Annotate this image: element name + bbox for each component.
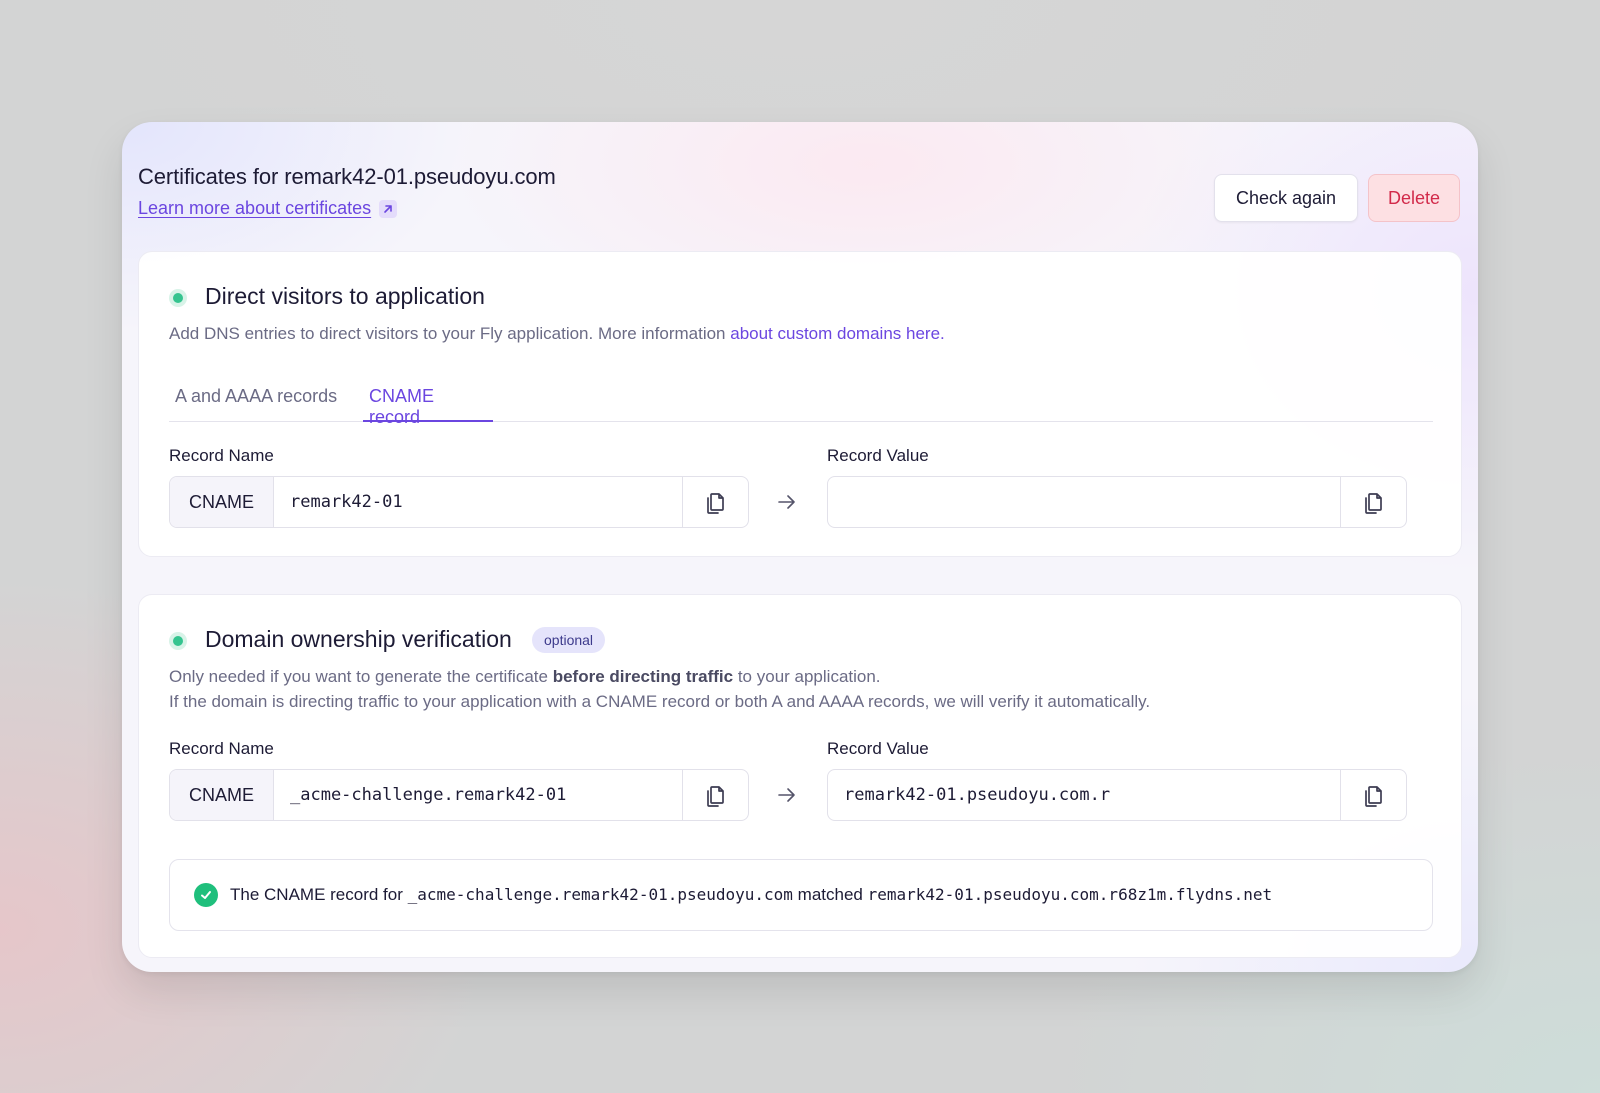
copy-icon [1364,493,1382,514]
description-text: to your application. [733,667,881,686]
domain-ownership-title: Domain ownership verification [205,626,512,652]
copy-record-value-button[interactable] [1340,477,1406,527]
delete-button[interactable]: Delete [1368,174,1460,222]
record-name-value[interactable]: remark42-01 [274,477,682,527]
learn-more-label: Learn more about certificates [138,198,372,218]
match-prefix: The CNAME record for [230,885,403,904]
record-value-label: Record Value [827,739,929,758]
domain-ownership-panel: Domain ownership verification optional O… [138,594,1462,958]
description-text: Add DNS entries to direct visitors to yo… [169,324,731,343]
copy-icon [1364,786,1382,807]
tab-a-aaaa-records[interactable]: A and AAAA records [169,376,343,422]
external-link-icon [379,199,398,218]
match-middle: matched [797,885,863,904]
record-name-value[interactable]: _acme-challenge.remark42-01 [274,770,682,820]
record-name-field: CNAME _acme-challenge.remark42-01 [169,769,749,821]
record-value-value[interactable]: remark42-01.pseudoyu.com.r [828,770,1340,820]
status-dot-icon [169,289,187,307]
check-again-button[interactable]: Check again [1214,174,1358,222]
record-name-label: Record Name [169,446,274,465]
status-dot-icon [169,632,187,650]
domain-ownership-description: Only needed if you want to generate the … [169,664,1150,714]
record-type: CNAME [170,477,274,527]
record-type: CNAME [170,770,274,820]
copy-icon [706,786,724,807]
copy-record-name-button[interactable] [682,477,748,527]
optional-badge: optional [532,627,606,653]
description-text: Only needed if you want to generate the … [169,667,553,686]
direct-visitors-title: Direct visitors to application [205,283,485,309]
record-tabs: A and AAAA records CNAME record [169,360,1433,427]
cname-match-message: The CNAME record for _acme-challenge.rem… [169,859,1433,931]
check-circle-icon [194,883,218,907]
match-record-name: _acme-challenge.remark42-01.pseudoyu.com [407,885,793,904]
copy-record-value-button[interactable] [1340,770,1406,820]
copy-icon [706,493,724,514]
learn-more-link[interactable]: Learn more about certificates [138,198,398,219]
certificate-card: Certificates for remark42-01.pseudoyu.co… [122,122,1478,972]
description-line-1: Only needed if you want to generate the … [169,664,1150,689]
arrow-right-icon [775,490,799,514]
record-name-label: Record Name [169,739,274,758]
tab-cname-record[interactable]: CNAME record [363,376,493,427]
match-record-value: remark42-01.pseudoyu.com.r68z1m.flydns.n… [867,885,1273,904]
custom-domains-link[interactable]: about custom domains here. [730,324,945,343]
record-value-field: remark42-01.pseudoyu.com.r [827,769,1407,821]
arrow-right-icon [775,783,799,807]
direct-visitors-panel: Direct visitors to application Add DNS e… [138,251,1462,557]
description-line-2: If the domain is directing traffic to yo… [169,692,1151,711]
match-text: The CNAME record for _acme-challenge.rem… [230,885,1272,905]
record-name-field: CNAME remark42-01 [169,476,749,528]
record-value-label: Record Value [827,446,929,465]
record-value-value[interactable] [828,477,1340,527]
description-bold: before directing traffic [552,667,734,686]
record-value-field [827,476,1407,528]
copy-record-name-button[interactable] [682,770,748,820]
direct-visitors-description: Add DNS entries to direct visitors to yo… [169,321,945,346]
page-title: Certificates for remark42-01.pseudoyu.co… [138,164,556,189]
